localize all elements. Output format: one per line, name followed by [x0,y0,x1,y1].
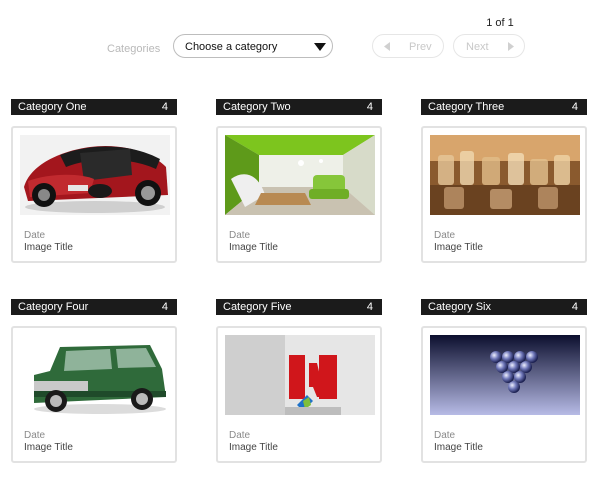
image-date: Date [24,430,46,441]
thumbnail-image[interactable] [225,335,375,415]
thumbnail-image[interactable] [430,135,580,215]
image-date: Date [434,430,456,441]
image-date: Date [229,430,251,441]
glassware-on-bar-image [430,135,580,215]
image-title[interactable]: Image Title [24,442,73,453]
category-thumbnail-box[interactable]: Date Image Title [421,126,587,263]
image-date: Date [434,230,456,241]
page-count: 1 of 1 [486,17,514,29]
category-select-value: Choose a category [185,41,278,53]
category-name: Category One [18,101,87,113]
category-name: Category Two [223,101,291,113]
category-count: 4 [571,301,578,313]
category-thumbnail-box[interactable]: Date Image Title [216,126,382,263]
category-name: Category Five [223,301,292,313]
image-title[interactable]: Image Title [434,242,483,253]
green-interior-room-image [225,135,375,215]
category-header[interactable]: Category One 4 [11,99,177,115]
category-name: Category Six [428,301,491,313]
thumbnail-image[interactable] [225,135,375,215]
category-header[interactable]: Category Five 4 [216,299,382,315]
thumbnail-image[interactable] [430,335,580,415]
thumbnail-image[interactable] [20,335,170,415]
category-card[interactable]: Category One 4 Date Image Title [11,99,177,263]
arrow-left-icon [384,42,390,51]
category-header[interactable]: Category Six 4 [421,299,587,315]
chevron-down-icon [314,43,326,51]
category-header[interactable]: Category Four 4 [11,299,177,315]
image-title[interactable]: Image Title [229,442,278,453]
green-suv-image [20,335,170,415]
category-count: 4 [366,101,373,113]
category-count: 4 [161,301,168,313]
category-card[interactable]: Category Six 4 Date Image Title [421,299,587,463]
category-count: 4 [366,301,373,313]
thumbnail-image[interactable] [20,135,170,215]
prev-label: Prev [409,41,432,53]
image-date: Date [229,230,251,241]
category-thumbnail-box[interactable]: Date Image Title [421,326,587,463]
category-header[interactable]: Category Two 4 [216,99,382,115]
category-thumbnail-box[interactable]: Date Image Title [216,326,382,463]
category-select[interactable]: Choose a category [173,34,333,58]
next-button[interactable]: Next [453,34,525,58]
billiard-balls-image [430,335,580,415]
arrow-right-icon [508,42,514,51]
category-name: Category Four [18,301,89,313]
category-header[interactable]: Category Three 4 [421,99,587,115]
image-title[interactable]: Image Title [24,242,73,253]
adobe-logo-image [225,335,375,415]
category-count: 4 [161,101,168,113]
category-thumbnail-box[interactable]: Date Image Title [11,326,177,463]
category-count: 4 [571,101,578,113]
category-name: Category Three [428,101,505,113]
prev-button[interactable]: Prev [372,34,444,58]
categories-label: Categories [107,43,161,55]
category-card[interactable]: Category Two 4 Date Image Title [216,99,382,263]
red-sports-car-image [20,135,170,215]
next-label: Next [466,41,489,53]
category-card[interactable]: Category Three 4 Date Image Title [421,99,587,263]
category-card[interactable]: Category Four 4 Date Image Title [11,299,177,463]
category-thumbnail-box[interactable]: Date Image Title [11,126,177,263]
image-title[interactable]: Image Title [434,442,483,453]
category-card[interactable]: Category Five 4 Date Image Title [216,299,382,463]
image-title[interactable]: Image Title [229,242,278,253]
image-date: Date [24,230,46,241]
